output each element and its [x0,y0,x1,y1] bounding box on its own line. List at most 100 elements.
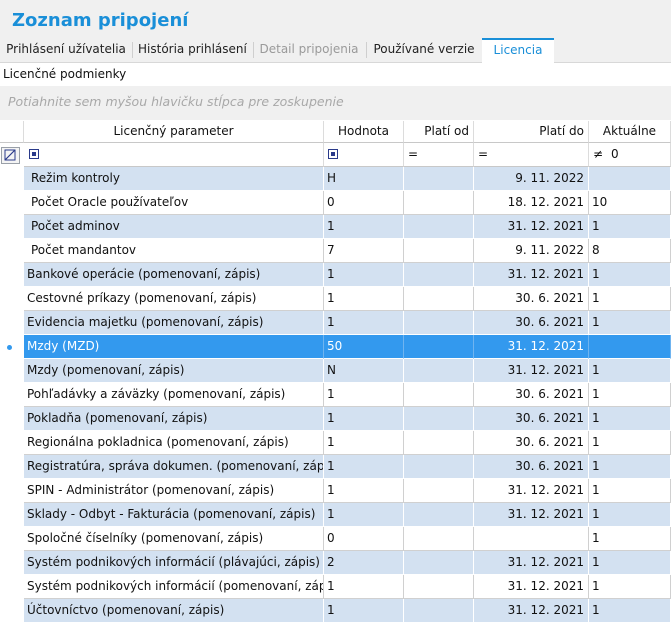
table-row[interactable]: Režim kontroly H 9. 11. 2022 [24,167,671,191]
cell-aktualne[interactable]: 1 [589,383,671,407]
cell-aktualne[interactable]: 1 [589,287,671,311]
group-by-panel[interactable]: Potiahnite sem myšou hlavičku stĺpca pre… [0,86,671,120]
filter-plati-do[interactable]: = [474,143,589,167]
cell-plati-od[interactable] [404,551,474,575]
cell-parameter[interactable]: Mzdy (pomenovaní, zápis) [24,359,324,383]
cell-aktualne[interactable]: 1 [589,215,671,239]
cell-parameter[interactable]: Systém podnikových informácií (pomenovan… [24,575,324,599]
column-header-parameter[interactable]: Licenčný parameter [24,121,324,143]
cell-parameter[interactable]: Počet Oracle používateľov [24,191,324,215]
filter-aktualne-value[interactable]: 0 [611,147,619,161]
cell-hodnota[interactable]: 1 [324,575,404,599]
cell-parameter[interactable]: Evidencia majetku (pomenovaní, zápis) [24,311,324,335]
table-row[interactable]: Bankové operácie (pomenovaní, zápis) 1 31.… [24,263,671,287]
cell-hodnota[interactable]: N [324,359,404,383]
filter-operator-not-equal[interactable]: ≠ [593,147,603,161]
cell-parameter[interactable]: Regionálna pokladnica (pomenovaní, zápis… [24,431,324,455]
tab-pouzivane-verzie[interactable]: Používané verzie [372,38,476,62]
cell-plati-od[interactable] [404,503,474,527]
cell-hodnota[interactable]: 1 [324,263,404,287]
column-header-plati-od[interactable]: Platí od [404,121,474,143]
cell-aktualne[interactable]: 1 [589,311,671,335]
cell-plati-do[interactable]: 31. 12. 2021 [474,215,589,239]
cell-plati-do[interactable]: 31. 12. 2021 [474,335,589,359]
cell-aktualne[interactable]: 1 [589,263,671,287]
filter-operator-icon[interactable] [29,149,39,159]
clear-filter-button[interactable] [1,147,20,164]
cell-plati-do[interactable] [474,527,589,551]
cell-plati-od[interactable] [404,239,474,263]
cell-aktualne[interactable] [589,335,671,359]
cell-plati-do[interactable]: 9. 11. 2022 [474,167,589,191]
filter-hodnota[interactable] [324,143,404,167]
cell-plati-od[interactable] [404,575,474,599]
table-row[interactable]: Sklady - Odbyt - Fakturácia (pomenovaní,… [24,503,671,527]
tab-historia-prihlaseni[interactable]: História prihlásení [138,38,247,62]
cell-hodnota[interactable]: 1 [324,599,404,623]
filter-parameter[interactable] [24,143,324,167]
cell-plati-od[interactable] [404,407,474,431]
cell-plati-od[interactable] [404,335,474,359]
cell-plati-od[interactable] [404,215,474,239]
cell-aktualne[interactable]: 8 [589,239,671,263]
cell-hodnota[interactable]: 1 [324,503,404,527]
cell-aktualne[interactable]: 1 [589,455,671,479]
table-row[interactable]: Pohľadávky a záväzky (pomenovaní, zápis)… [24,383,671,407]
filter-operator-equals[interactable]: = [478,147,488,161]
cell-hodnota[interactable]: 2 [324,551,404,575]
cell-aktualne[interactable]: 1 [589,359,671,383]
cell-parameter[interactable]: Pohľadávky a záväzky (pomenovaní, zápis) [24,383,324,407]
cell-hodnota[interactable]: 1 [324,431,404,455]
table-row[interactable]: Systém podnikových informácií (pomenovan… [24,575,671,599]
column-header-plati-do[interactable]: Platí do [474,121,589,143]
cell-parameter[interactable]: Cestovné príkazy (pomenovaní, zápis) [24,287,324,311]
cell-aktualne[interactable]: 1 [589,599,671,623]
cell-plati-do[interactable]: 31. 12. 2021 [474,479,589,503]
cell-plati-od[interactable] [404,479,474,503]
cell-plati-do[interactable]: 31. 12. 2021 [474,599,589,623]
cell-plati-od[interactable] [404,287,474,311]
cell-plati-od[interactable] [404,311,474,335]
cell-plati-do[interactable]: 31. 12. 2021 [474,359,589,383]
table-row[interactable]: Cestovné príkazy (pomenovaní, zápis) 1 30.… [24,287,671,311]
cell-plati-od[interactable] [404,167,474,191]
cell-aktualne[interactable]: 1 [589,431,671,455]
cell-plati-do[interactable]: 31. 12. 2021 [474,503,589,527]
cell-hodnota[interactable]: 1 [324,407,404,431]
cell-plati-do[interactable]: 30. 6. 2021 [474,287,589,311]
cell-plati-do[interactable]: 31. 12. 2021 [474,575,589,599]
cell-plati-od[interactable] [404,263,474,287]
cell-hodnota[interactable]: 1 [324,479,404,503]
cell-parameter[interactable]: Počet mandantov [24,239,324,263]
cell-plati-od[interactable] [404,527,474,551]
cell-hodnota[interactable]: 0 [324,191,404,215]
cell-aktualne[interactable] [589,167,671,191]
cell-parameter[interactable]: Režim kontroly [24,167,324,191]
cell-plati-do[interactable]: 9. 11. 2022 [474,239,589,263]
cell-parameter[interactable]: Spoločné číselníky (pomenovaní, zápis) [24,527,324,551]
cell-aktualne[interactable]: 1 [589,551,671,575]
cell-plati-do[interactable]: 18. 12. 2021 [474,191,589,215]
cell-parameter[interactable]: Systém podnikových informácií (plávajúci… [24,551,324,575]
cell-plati-od[interactable] [404,383,474,407]
table-row[interactable]: Počet adminov 1 31. 12. 2021 1 [24,215,671,239]
cell-hodnota[interactable]: 0 [324,527,404,551]
filter-operator-icon[interactable] [328,149,338,159]
cell-plati-od[interactable] [404,359,474,383]
cell-hodnota[interactable]: H [324,167,404,191]
cell-parameter[interactable]: Mzdy (MZD) [24,335,324,359]
table-row[interactable]: Spoločné číselníky (pomenovaní, zápis) 0 1 [24,527,671,551]
cell-aktualne[interactable]: 1 [589,407,671,431]
cell-plati-do[interactable]: 31. 12. 2021 [474,263,589,287]
table-row[interactable]: Evidencia majetku (pomenovaní, zápis) 1 30… [24,311,671,335]
cell-hodnota[interactable]: 1 [324,383,404,407]
cell-plati-od[interactable] [404,191,474,215]
cell-plati-do[interactable]: 30. 6. 2021 [474,383,589,407]
table-row[interactable]: Počet mandantov 7 9. 11. 2022 8 [24,239,671,263]
cell-plati-do[interactable]: 30. 6. 2021 [474,431,589,455]
filter-plati-od[interactable]: = [404,143,474,167]
column-header-aktualne[interactable]: Aktuálne [589,121,671,143]
table-row[interactable]: Regionálna pokladnica (pomenovaní, zápis… [24,431,671,455]
filter-aktualne[interactable]: ≠ 0 [589,143,671,167]
table-row[interactable]: Mzdy (pomenovaní, zápis) N 31. 12. 2021 1 [24,359,671,383]
